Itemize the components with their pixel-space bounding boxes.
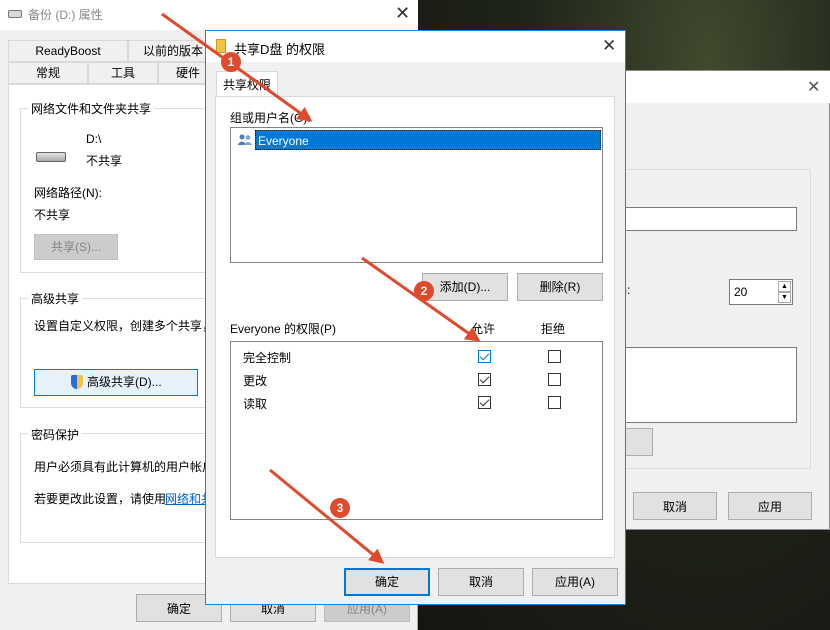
annotation-arrows [161, 12, 481, 564]
annotation-badge-3: 3 [330, 498, 350, 518]
annotation-badge-2: 2 [414, 281, 434, 301]
annotation-arrow-3 [269, 468, 385, 564]
annotation-badge-1: 1 [221, 52, 241, 72]
